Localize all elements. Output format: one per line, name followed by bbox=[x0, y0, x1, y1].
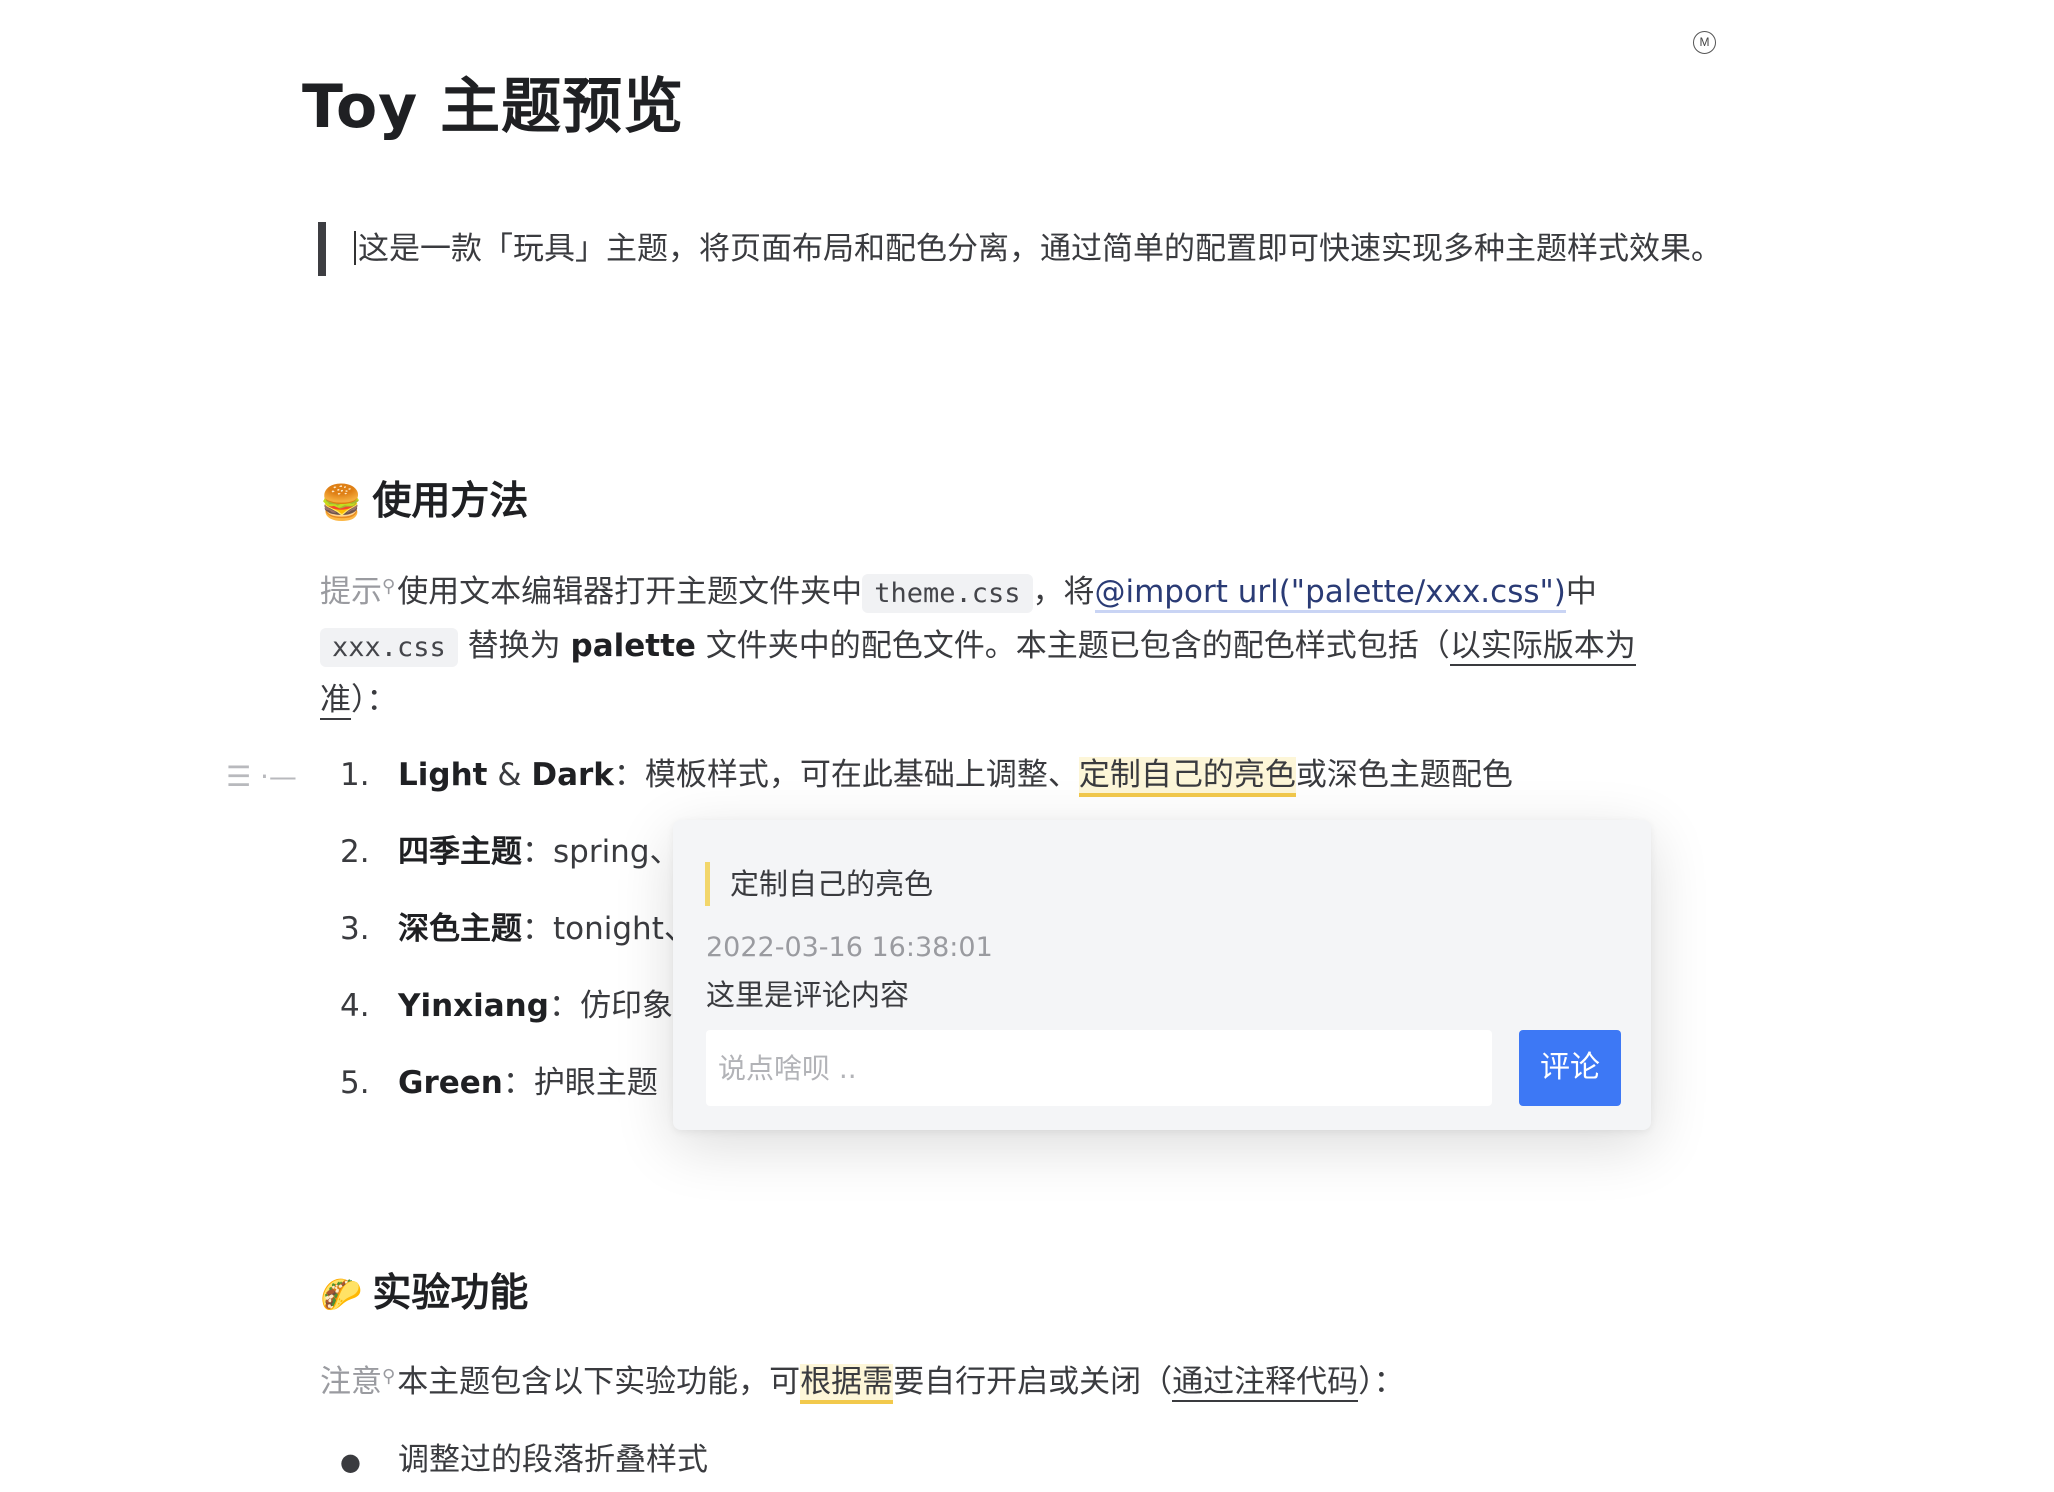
comment-highlight[interactable]: 根据需 bbox=[800, 1364, 894, 1404]
list-bold: Green bbox=[398, 1065, 503, 1101]
list-sep: ： bbox=[522, 834, 553, 870]
exp-text-3: ）： bbox=[1358, 1364, 1405, 1400]
palette-word: palette bbox=[570, 628, 696, 664]
list-number: 2. bbox=[340, 834, 370, 870]
note-label: 注意 bbox=[320, 1364, 382, 1400]
comment-highlight[interactable]: 定制自己的亮色 bbox=[1078, 757, 1296, 797]
magnifier-icon: ⚲ bbox=[382, 1366, 396, 1387]
list-sep: ： bbox=[502, 1065, 534, 1101]
list-bold: Yinxiang bbox=[398, 988, 549, 1024]
heading-text: 实验功能 bbox=[372, 1271, 529, 1316]
list-number: 3. bbox=[340, 911, 370, 947]
list-gutter-icon[interactable]: ☰ ·— bbox=[226, 760, 297, 793]
heading-text: 使用方法 bbox=[372, 479, 529, 524]
list-text: spring、 bbox=[553, 834, 681, 870]
list-bold: 四季主题 bbox=[398, 834, 522, 870]
page-title: Toy 主题预览 bbox=[302, 72, 685, 142]
burger-icon: 🍔 bbox=[320, 483, 363, 523]
underlined-note: 通过注释代码 bbox=[1172, 1364, 1359, 1402]
list-number: 1. bbox=[340, 757, 370, 793]
code-theme-css: theme.css bbox=[862, 574, 1033, 613]
exp-text-2: 要自行开启或关闭（ bbox=[893, 1364, 1173, 1400]
comment-input[interactable] bbox=[706, 1030, 1492, 1106]
list-amp: & bbox=[487, 757, 532, 793]
usage-text-3: 中 bbox=[1565, 574, 1597, 610]
list-sep: ： bbox=[613, 757, 645, 793]
list-bold-2: Dark bbox=[531, 757, 614, 793]
usage-text-2: ，将 bbox=[1032, 574, 1095, 610]
usage-text-4: 替换为 bbox=[467, 628, 561, 664]
list-text: 护眼主题 bbox=[533, 1065, 658, 1101]
comment-quote: 定制自己的亮色 bbox=[705, 862, 933, 906]
exp-text-1: 本主题包含以下实验功能，可 bbox=[397, 1364, 801, 1400]
bullet-text: 调整过的段落折叠样式 bbox=[398, 1442, 708, 1478]
list-number: 5. bbox=[340, 1065, 370, 1101]
magnifier-icon: ⚲ bbox=[382, 576, 396, 597]
comment-submit-button[interactable]: 评论 bbox=[1519, 1030, 1621, 1106]
usage-paragraph[interactable]: 提示⚲使用文本编辑器打开主题文件夹中 theme.css ，将@import url… bbox=[320, 560, 1690, 727]
usage-text-5: 文件夹中的配色文件。本主题已包含的配色样式包括（ bbox=[705, 628, 1450, 664]
taco-icon: 🌮 bbox=[320, 1275, 363, 1315]
intro-blockquote[interactable]: 这是一款「玩具」主题，将页面布局和配色分离，通过简单的配置即可快速实现多种主题样… bbox=[318, 222, 1724, 276]
comment-content: 这里是评论内容 bbox=[706, 978, 910, 1012]
bullet-list: ● 调整过的段落折叠样式 bbox=[340, 1430, 708, 1492]
list-number: 4. bbox=[340, 988, 370, 1024]
list-bold: 深色主题 bbox=[398, 911, 522, 947]
list-text: 模板样式，可在此基础上调整、 bbox=[644, 757, 1079, 793]
usage-text-1: 使用文本编辑器打开主题文件夹中 bbox=[397, 574, 863, 610]
comment-popup: 定制自己的亮色 2022-03-16 16:38:01 这里是评论内容 评论 bbox=[673, 820, 1651, 1130]
experimental-paragraph[interactable]: 注意⚲本主题包含以下实验功能，可根据需要自行开启或关闭（通过注释代码）： bbox=[320, 1350, 1690, 1409]
bullet-icon: ● bbox=[340, 1448, 361, 1476]
markdown-badge-icon[interactable]: M bbox=[1693, 31, 1716, 54]
document-page: M Toy 主题预览 这是一款「玩具」主题，将页面布局和配色分离，通过简单的配置… bbox=[0, 0, 2054, 1492]
list-bold: Light bbox=[398, 757, 488, 793]
code-xxx-css: xxx.css bbox=[320, 628, 458, 667]
tip-label: 提示 bbox=[320, 574, 382, 610]
list-sep: ： bbox=[522, 911, 553, 947]
section-heading-usage: 🍔 使用方法 bbox=[320, 470, 528, 526]
intro-text: 这是一款「玩具」主题，将页面布局和配色分离，通过简单的配置即可快速实现多种主题样… bbox=[358, 231, 1722, 267]
comment-timestamp: 2022-03-16 16:38:01 bbox=[706, 932, 993, 963]
usage-text-6: ）： bbox=[351, 682, 398, 718]
list-sep: ： bbox=[548, 988, 580, 1024]
import-link[interactable]: @import url("palette/xxx.css") bbox=[1094, 574, 1566, 613]
section-heading-experimental: 🌮 实验功能 bbox=[320, 1262, 528, 1318]
list-item[interactable]: 1. Light & Dark：模板样式，可在此基础上调整、定制自己的亮色或深色主… bbox=[340, 745, 1740, 822]
text-cursor bbox=[354, 231, 356, 265]
list-item[interactable]: ● 调整过的段落折叠样式 bbox=[340, 1430, 708, 1492]
list-rest: 或深色主题配色 bbox=[1295, 757, 1513, 793]
